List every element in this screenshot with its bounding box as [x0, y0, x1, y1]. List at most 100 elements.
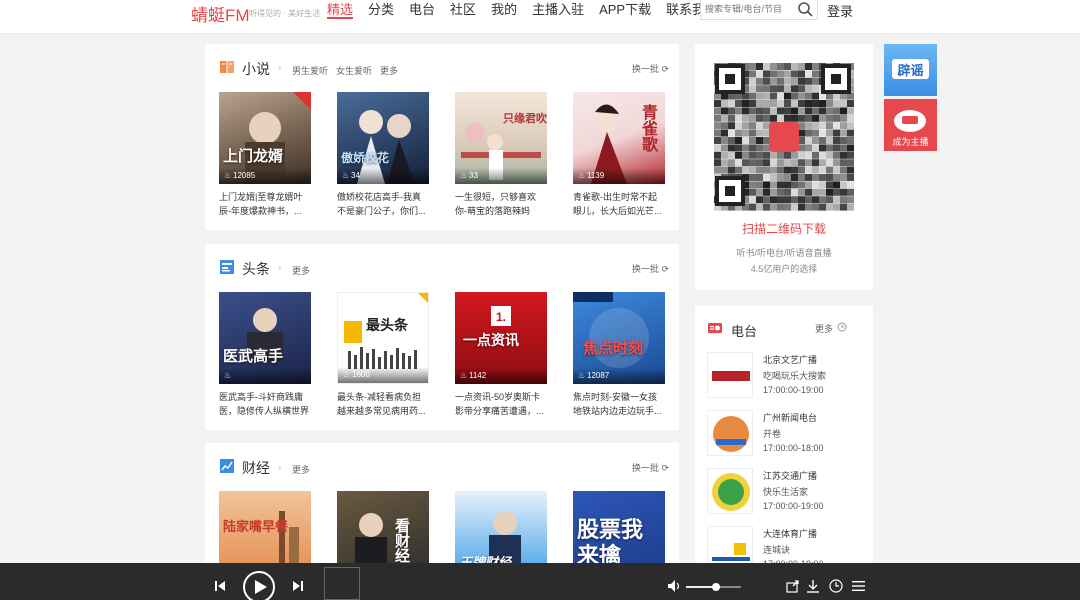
list-item[interactable]: 焦点时刻 ♨ 12087 焦点时刻-安徽一女孩地铁站内边走边玩手...: [573, 292, 665, 418]
section-novels: 小说 › 男生爱听 女生爱听 更多 换一批 ⟳ 上门龙婿 ♨ 12085 上门龙婿…: [205, 44, 679, 230]
nav-item-app-download[interactable]: APP下载: [599, 0, 651, 22]
svg-text:1.: 1.: [496, 310, 506, 324]
radio-more-link[interactable]: 更多: [815, 322, 833, 335]
station-item[interactable]: 北京文艺广播 吃喝玩乐大搜索 17:00:00-19:00: [707, 352, 867, 402]
station-logo[interactable]: [707, 352, 753, 398]
list-item[interactable]: 只缘君吹 ♨ 33 一生很短，只够喜欢你-萌宝的落跑辣妈: [455, 92, 547, 218]
list-item[interactable]: 傲娇校花 ♨ 34 傲娇校花店高手-我真不是豪门公子，你们...: [337, 92, 429, 218]
cover-image[interactable]: 1. 一点资讯 ♨ 1142: [455, 292, 547, 384]
refresh-label: 换一批: [631, 463, 659, 473]
nav-item-featured[interactable]: 精选: [327, 0, 354, 19]
cover-title: 股票我来擒: [577, 517, 644, 568]
link-more[interactable]: 更多: [380, 64, 398, 77]
app-download-card: 扫描二维码下载 听书/听电台/听语音直播 4.5亿用户的选择: [695, 44, 873, 290]
qr-subtitle: 听书/听电台/听语音直播: [736, 248, 832, 258]
become-host-label: 成为主播: [892, 137, 929, 147]
download-icon[interactable]: [806, 579, 820, 593]
site-logo[interactable]: 蜻蜓FM: [191, 1, 250, 26]
list-item[interactable]: 最头条 ♨ 1600 最头条-减轻看病负担越来越多常见病用药...: [337, 292, 429, 418]
item-description[interactable]: 傲娇校花店高手-我真不是豪门公子，你们...: [337, 190, 429, 218]
station-logo[interactable]: [707, 410, 753, 456]
cover-title: 一点资讯: [463, 332, 519, 348]
cover-title: 看财经: [393, 518, 410, 563]
nav-item-radio[interactable]: 电台: [409, 0, 435, 22]
site-slogan: 听得见的 · 美好生活: [249, 9, 321, 18]
list-item[interactable]: 青雀歌 ♨ 1139 青雀歌-出生时常不起眼儿，长大后如光芒...: [573, 92, 665, 218]
qr-title: 扫描二维码下载: [741, 222, 826, 236]
section-title: 小说: [242, 61, 270, 77]
cover-title: 青雀歌: [639, 104, 656, 152]
next-icon[interactable]: [292, 580, 304, 592]
play-count: ♨ 33: [455, 168, 547, 184]
radio-icon: [708, 323, 722, 333]
now-playing-thumbnail[interactable]: [324, 567, 360, 600]
cover-image[interactable]: 只缘君吹 ♨ 33: [455, 92, 547, 184]
player-bar: [0, 563, 1080, 600]
list-item[interactable]: 上门龙婿 ♨ 12085 上门龙婿|至尊龙婿叶辰-年度爆款神书，...: [219, 92, 311, 218]
list-item[interactable]: 医武高手 ♨ 医武高手-斗奸商践庸医，隐修传人纵横世界: [219, 292, 311, 418]
station-name[interactable]: 江苏交通广播: [763, 469, 817, 482]
search-input[interactable]: [701, 0, 791, 19]
main-nav: 精选 分类 电台 社区 我的 主播入驻 APP下载 联系我们: [327, 0, 718, 22]
previous-icon[interactable]: [214, 580, 226, 592]
link-male-favorites[interactable]: 男生爱听: [292, 64, 328, 77]
playlist-icon[interactable]: [852, 580, 865, 592]
link-more[interactable]: 更多: [292, 264, 310, 277]
link-more[interactable]: 更多: [292, 463, 310, 476]
cover-image[interactable]: 上门龙婿 ♨ 12085: [219, 92, 311, 184]
clock-icon[interactable]: [837, 322, 847, 332]
nav-item-categories[interactable]: 分类: [368, 0, 394, 22]
station-name[interactable]: 广州新闻电台: [763, 411, 817, 424]
station-item[interactable]: 广州新闻电台 开卷 17:00:00-18:00: [707, 410, 867, 460]
item-description[interactable]: 焦点时刻-安徽一女孩地铁站内边走边玩手...: [573, 390, 665, 418]
station-name[interactable]: 北京文艺广播: [763, 353, 817, 366]
volume-knob[interactable]: [712, 583, 721, 591]
login-link[interactable]: 登录: [827, 1, 853, 20]
nav-item-community[interactable]: 社区: [450, 0, 476, 22]
rumor-badge[interactable]: 辟谣: [884, 44, 937, 96]
refresh-button[interactable]: 换一批 ⟳: [632, 62, 669, 75]
cover-image[interactable]: 青雀歌 ♨ 1139: [573, 92, 665, 184]
station-name[interactable]: 大连体育广播: [763, 527, 817, 540]
book-icon: [220, 61, 234, 73]
refresh-button[interactable]: 换一批 ⟳: [632, 461, 669, 474]
station-program: 开卷: [763, 429, 782, 439]
item-description[interactable]: 一点资讯-50岁奥斯卡影帝分享痛苦遭遇，...: [455, 390, 547, 418]
play-icon[interactable]: [242, 570, 276, 600]
finance-icon: [220, 459, 234, 473]
volume-slider[interactable]: [686, 583, 741, 591]
become-host-badge[interactable]: 成为主播: [884, 99, 937, 151]
search-icon[interactable]: [797, 1, 813, 17]
cover-image[interactable]: 最头条 ♨ 1600: [337, 292, 429, 384]
station-program: 连城诀: [763, 545, 791, 555]
cover-image[interactable]: 傲娇校花 ♨ 34: [337, 92, 429, 184]
play-count: ♨ 1139: [573, 168, 665, 184]
cover-image[interactable]: 焦点时刻 ♨ 12087: [573, 292, 665, 384]
item-description[interactable]: 医武高手-斗奸商践庸医，隐修传人纵横世界: [219, 390, 311, 418]
qr-code[interactable]: [713, 62, 855, 212]
chevron-right-icon: ›: [278, 263, 282, 274]
item-description[interactable]: 青雀歌-出生时常不起眼儿，长大后如光芒...: [573, 190, 665, 218]
refresh-button[interactable]: 换一批 ⟳: [632, 262, 669, 275]
timer-icon[interactable]: [829, 579, 843, 593]
nav-item-mine[interactable]: 我的: [491, 0, 517, 22]
refresh-icon: ⟳: [661, 463, 669, 473]
station-item[interactable]: 江苏交通广播 快乐生活家 17:00:00-19:00: [707, 468, 867, 518]
item-description[interactable]: 上门龙婿|至尊龙婿叶辰-年度爆款神书，...: [219, 190, 311, 218]
item-description[interactable]: 最头条-减轻看病负担越来越多常见病用药...: [337, 390, 429, 418]
section-header: 小说 › 男生爱听 女生爱听 更多 换一批 ⟳: [219, 58, 669, 78]
station-time: 17:00:00-19:00: [763, 501, 824, 511]
share-icon[interactable]: [786, 579, 800, 593]
cover-title: 上门龙婿: [223, 148, 284, 165]
nav-item-host-join[interactable]: 主播入驻: [532, 0, 584, 22]
link-female-favorites[interactable]: 女生爱听: [336, 64, 372, 77]
list-item[interactable]: 1. 一点资讯 ♨ 1142 一点资讯-50岁奥斯卡影帝分享痛苦遭遇，...: [455, 292, 547, 418]
volume-icon[interactable]: [667, 579, 681, 593]
station-program: 吃喝玩乐大搜索: [763, 371, 827, 381]
fire-icon: ♨: [460, 171, 468, 180]
station-logo[interactable]: [707, 468, 753, 514]
item-description[interactable]: 一生很短，只够喜欢你-萌宝的落跑辣妈: [455, 190, 547, 218]
cover-image[interactable]: 医武高手 ♨: [219, 292, 311, 384]
qr-user-count: 4.5亿用户的选择: [750, 264, 818, 274]
section-title: 头条: [242, 261, 270, 277]
